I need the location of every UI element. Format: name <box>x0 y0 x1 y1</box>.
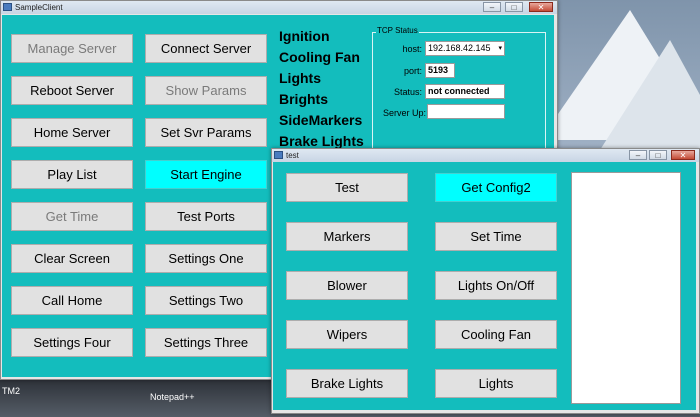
desktop-icon-notepad[interactable]: Notepad++ <box>150 387 195 405</box>
wipers-button[interactable]: Wipers <box>286 320 408 349</box>
minimize-icon[interactable]: – <box>483 2 501 12</box>
set-time-button[interactable]: Set Time <box>435 222 557 251</box>
maximize-icon[interactable]: □ <box>649 150 667 160</box>
port-field[interactable]: 5193 <box>425 63 455 78</box>
tcp-status-legend: TCP Status <box>376 26 419 35</box>
settings-one-button[interactable]: Settings One <box>145 244 267 273</box>
test-window-titlebar[interactable]: test – □ ✕ <box>272 149 699 162</box>
close-icon[interactable]: ✕ <box>529 2 553 12</box>
server-up-label: Server Up: <box>382 108 426 118</box>
markers-button[interactable]: Markers <box>286 222 408 251</box>
status-label-brights: Brights <box>279 91 328 107</box>
settings-three-button[interactable]: Settings Three <box>145 328 267 357</box>
cooling-fan-button[interactable]: Cooling Fan <box>435 320 557 349</box>
host-value: 192.168.42.145 <box>428 43 491 53</box>
test-window-client: Test Get Config2 Markers Set Time Blower… <box>273 162 696 410</box>
set-svr-params-button[interactable]: Set Svr Params <box>145 118 267 147</box>
start-engine-button[interactable]: Start Engine <box>145 160 267 189</box>
clear-screen-button[interactable]: Clear Screen <box>11 244 133 273</box>
test-ports-button[interactable]: Test Ports <box>145 202 267 231</box>
app-icon <box>3 3 12 11</box>
test-window: test – □ ✕ Test Get Config2 Markers Set … <box>271 148 700 414</box>
close-icon[interactable]: ✕ <box>671 150 695 160</box>
call-home-button[interactable]: Call Home <box>11 286 133 315</box>
server-up-field <box>427 104 505 119</box>
settings-four-button[interactable]: Settings Four <box>11 328 133 357</box>
connect-server-button[interactable]: Connect Server <box>145 34 267 63</box>
lights-button[interactable]: Lights <box>435 369 557 398</box>
desktop-icon-label: TM2 <box>2 386 20 396</box>
manage-server-button[interactable]: Manage Server <box>11 34 133 63</box>
status-label-brake-lights: Brake Lights <box>279 133 364 149</box>
get-config2-button[interactable]: Get Config2 <box>435 173 557 202</box>
settings-two-button[interactable]: Settings Two <box>145 286 267 315</box>
maximize-icon[interactable]: □ <box>505 2 523 12</box>
output-listbox[interactable] <box>571 172 681 404</box>
host-label: host: <box>402 44 422 54</box>
port-label: port: <box>403 66 422 76</box>
status-label-lights: Lights <box>279 70 321 86</box>
desktop-icon-label: Notepad++ <box>150 392 195 402</box>
lights-on-off-button[interactable]: Lights On/Off <box>435 271 557 300</box>
chevron-down-icon: ▾ <box>498 45 502 52</box>
app-icon <box>274 151 283 159</box>
play-list-button[interactable]: Play List <box>11 160 133 189</box>
minimize-icon[interactable]: – <box>629 150 647 160</box>
reboot-server-button[interactable]: Reboot Server <box>11 76 133 105</box>
host-select[interactable]: 192.168.42.145 ▾ <box>425 41 505 56</box>
window-title: SampleClient <box>15 3 63 12</box>
status-label-cooling-fan: Cooling Fan <box>279 49 360 65</box>
status-label: Status: <box>393 87 422 97</box>
brake-lights-button[interactable]: Brake Lights <box>286 369 408 398</box>
blower-button[interactable]: Blower <box>286 271 408 300</box>
show-params-button[interactable]: Show Params <box>145 76 267 105</box>
main-window-titlebar[interactable]: SampleClient – □ ✕ <box>1 1 557 14</box>
get-time-button[interactable]: Get Time <box>11 202 133 231</box>
desktop-icon-tm2[interactable]: TM2 <box>2 381 20 399</box>
window-title: test <box>286 151 299 160</box>
desktop-mountain <box>600 40 700 150</box>
home-server-button[interactable]: Home Server <box>11 118 133 147</box>
test-button[interactable]: Test <box>286 173 408 202</box>
status-field: not connected <box>425 84 505 99</box>
status-label-ignition: Ignition <box>279 28 330 44</box>
status-label-sidemarkers: SideMarkers <box>279 112 363 128</box>
